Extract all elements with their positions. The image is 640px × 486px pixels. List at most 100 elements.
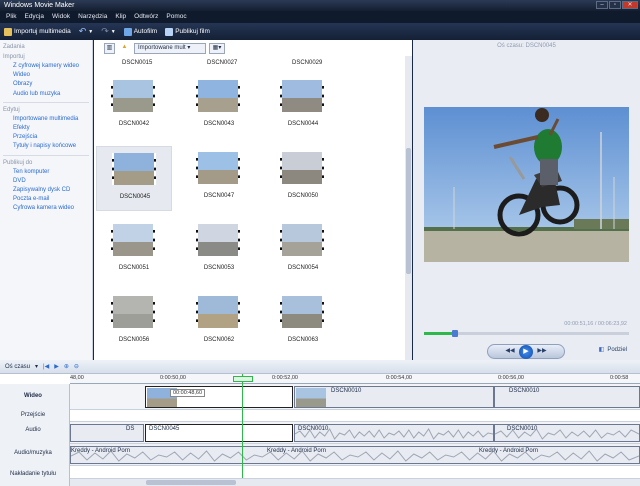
clip-thumbnail-item[interactable]: DSCN0045	[96, 146, 172, 211]
autofilm-button[interactable]: Autofilm	[123, 27, 157, 36]
view-mode-button[interactable]: ▦▾	[209, 42, 225, 54]
timeline-clip[interactable]: DSCN0010	[494, 386, 640, 408]
minimize-button[interactable]: –	[596, 1, 608, 9]
undo-dropdown-icon: ▼	[88, 28, 94, 35]
collection-selector[interactable]: Importowane mult ▾	[134, 42, 206, 54]
task-import-images[interactable]: Obrazy	[3, 80, 89, 89]
timeline-audio-clip[interactable]: DSCN0010	[494, 424, 640, 442]
rewind-button[interactable]: ◀◀	[504, 347, 516, 356]
track-label-transition: Przejście	[20, 412, 46, 418]
clip-thumbnail-item[interactable]: DSCN0063	[265, 290, 341, 355]
collection-selector-value: Importowane mult	[138, 44, 186, 51]
task-import-dv-camera[interactable]: Z cyfrowej kamery wideo	[3, 62, 89, 71]
timeline-view-selector[interactable]: Oś czasu	[5, 364, 30, 370]
rewind-timeline-icon[interactable]: |◀	[43, 363, 49, 370]
timeline-audio-clip[interactable]: DSCN0010	[294, 424, 494, 442]
fast-forward-button[interactable]: ▶▶	[536, 347, 548, 356]
clip-thumbnail-image	[111, 224, 155, 256]
seek-bar[interactable]	[424, 330, 629, 337]
task-import-audio[interactable]: Audio lub muzyka	[3, 90, 89, 99]
undo-button[interactable]: ↶ ▼	[79, 26, 94, 37]
task-imported-media[interactable]: Importowane multimedia	[3, 115, 89, 124]
thumbnail-sky	[114, 153, 154, 171]
clip-thumbnail	[296, 388, 326, 407]
collection-toolbar: ▥ ▲ Importowane mult ▾ ▦▾	[104, 42, 229, 54]
menu-file[interactable]: Plik	[6, 11, 16, 23]
task-import-video[interactable]: Wideo	[3, 71, 89, 80]
playhead-handle[interactable]	[233, 376, 253, 382]
scrollbar-thumb[interactable]	[406, 148, 411, 274]
task-publish-cd[interactable]: Zapisywalny dysk CD	[3, 186, 89, 195]
timeline-audio-clip[interactable]: DS	[70, 424, 144, 442]
clip-label: DSCN0015	[122, 60, 153, 66]
playhead[interactable]	[242, 374, 243, 486]
clip-thumbnail-item[interactable]: DSCN0044	[265, 74, 341, 139]
menu-play[interactable]: Odtwórz	[134, 11, 158, 23]
menu-view[interactable]: Widok	[52, 11, 70, 23]
maximize-button[interactable]: ▫	[609, 1, 621, 9]
view-dropdown-icon[interactable]: ▾	[35, 363, 38, 370]
collection-scrollbar[interactable]	[405, 56, 412, 360]
play-timeline-icon[interactable]: ▶	[54, 363, 59, 370]
timeline-clip[interactable]: DSCN0010	[294, 386, 494, 408]
timeline-clip-selected[interactable]: 00:00:48,60	[145, 386, 293, 408]
task-transitions[interactable]: Przejścia	[3, 133, 89, 142]
split-button[interactable]: ◧ Podziel	[598, 346, 627, 354]
clip-label: DSCN0054	[287, 265, 319, 271]
music-clip[interactable]: Kreddy - Android Porn Kreddy - Android P…	[70, 446, 640, 464]
clip-thumbnail-item[interactable]: DSCN0062	[181, 290, 257, 355]
timeline-audio-clip-selected[interactable]: DSCN0045	[145, 424, 293, 442]
import-media-label: Importuj multimedia	[14, 28, 71, 35]
task-effects[interactable]: Efekty	[3, 124, 89, 133]
tasks-header: Zadania	[3, 44, 25, 50]
import-media-button[interactable]: Importuj multimedia	[4, 27, 71, 36]
menu-tools[interactable]: Narzędzia	[78, 11, 107, 23]
clip-thumbnail-item[interactable]: DSCN0051	[96, 218, 172, 283]
clip-thumbnail-item[interactable]: DSCN0050	[265, 146, 341, 211]
clip-thumbnail-item[interactable]: DSCN0056	[96, 290, 172, 355]
track-label-video[interactable]: Wideo	[0, 393, 66, 399]
seek-progress	[424, 332, 455, 335]
menu-help[interactable]: Pomoc	[166, 11, 186, 23]
clip-thumbnail-image	[111, 80, 155, 112]
thumbnail-ground	[282, 97, 322, 112]
preview-monitor: Oś czasu: DSCN0045 00:00:51,16 / 00:06:2…	[413, 40, 640, 360]
close-button[interactable]: ✕	[622, 1, 638, 9]
zoom-out-icon[interactable]: ⊖	[74, 363, 79, 370]
seek-handle[interactable]	[452, 330, 458, 337]
zoom-in-icon[interactable]: ⊕	[64, 363, 69, 370]
thumbnail-ground	[282, 169, 322, 184]
timeline-scrollbar-thumb[interactable]	[146, 480, 236, 485]
clip-label: DSCN0043	[203, 121, 235, 127]
clip-thumbnail-item[interactable]: DSCN0053	[181, 218, 257, 283]
thumbnail-ground	[198, 241, 238, 256]
menu-clip[interactable]: Klip	[115, 11, 126, 23]
time-ruler[interactable]: 48,00 0:00:50,00 0:00:52,00 0:00:54,00 0…	[70, 374, 640, 384]
clip-thumbnail-item[interactable]: DSCN0054	[265, 218, 341, 283]
clip-thumbnail-item[interactable]: DSCN0047	[181, 146, 257, 211]
clip-thumbnail-item[interactable]: DSCN0042	[96, 74, 172, 139]
tasks-pane: Zadania Importuj Z cyfrowej kamery wideo…	[0, 40, 93, 360]
task-publish-email[interactable]: Poczta e-mail	[3, 195, 89, 204]
ruler-label: 0:00:58	[610, 375, 629, 381]
clip-thumbnail-item[interactable]: DSCN0043	[181, 74, 257, 139]
title-bar: Windows Movie Maker – ▫ ✕	[0, 0, 640, 11]
section-import-title: Importuj	[3, 54, 25, 60]
toggle-tasks-button[interactable]: ▥	[104, 42, 115, 54]
clip-label: DSCN0062	[203, 337, 235, 343]
task-publish-dvd[interactable]: DVD	[3, 177, 89, 186]
folder-up-icon[interactable]: ▲	[119, 43, 130, 54]
task-publish-dv-camera[interactable]: Cyfrowa kamera wideo	[3, 204, 89, 213]
autofilm-icon	[123, 27, 132, 36]
redo-button[interactable]: ↷ ▼	[101, 26, 116, 37]
task-titles-credits[interactable]: Tytuły i napisy końcowe	[3, 142, 89, 151]
timeline-scrollbar[interactable]	[70, 478, 640, 486]
clip-thumbnail-image	[196, 152, 240, 184]
menu-bar: Plik Edycja Widok Narzędzia Klip Odtwórz…	[0, 11, 640, 23]
clip-thumbnail-image	[280, 296, 324, 328]
task-publish-computer[interactable]: Ten komputer	[3, 168, 89, 177]
menu-edit[interactable]: Edycja	[24, 11, 44, 23]
publish-movie-button[interactable]: Publikuj film	[165, 27, 210, 36]
split-icon: ◧	[598, 347, 605, 353]
play-button[interactable]: ▶	[519, 344, 533, 359]
